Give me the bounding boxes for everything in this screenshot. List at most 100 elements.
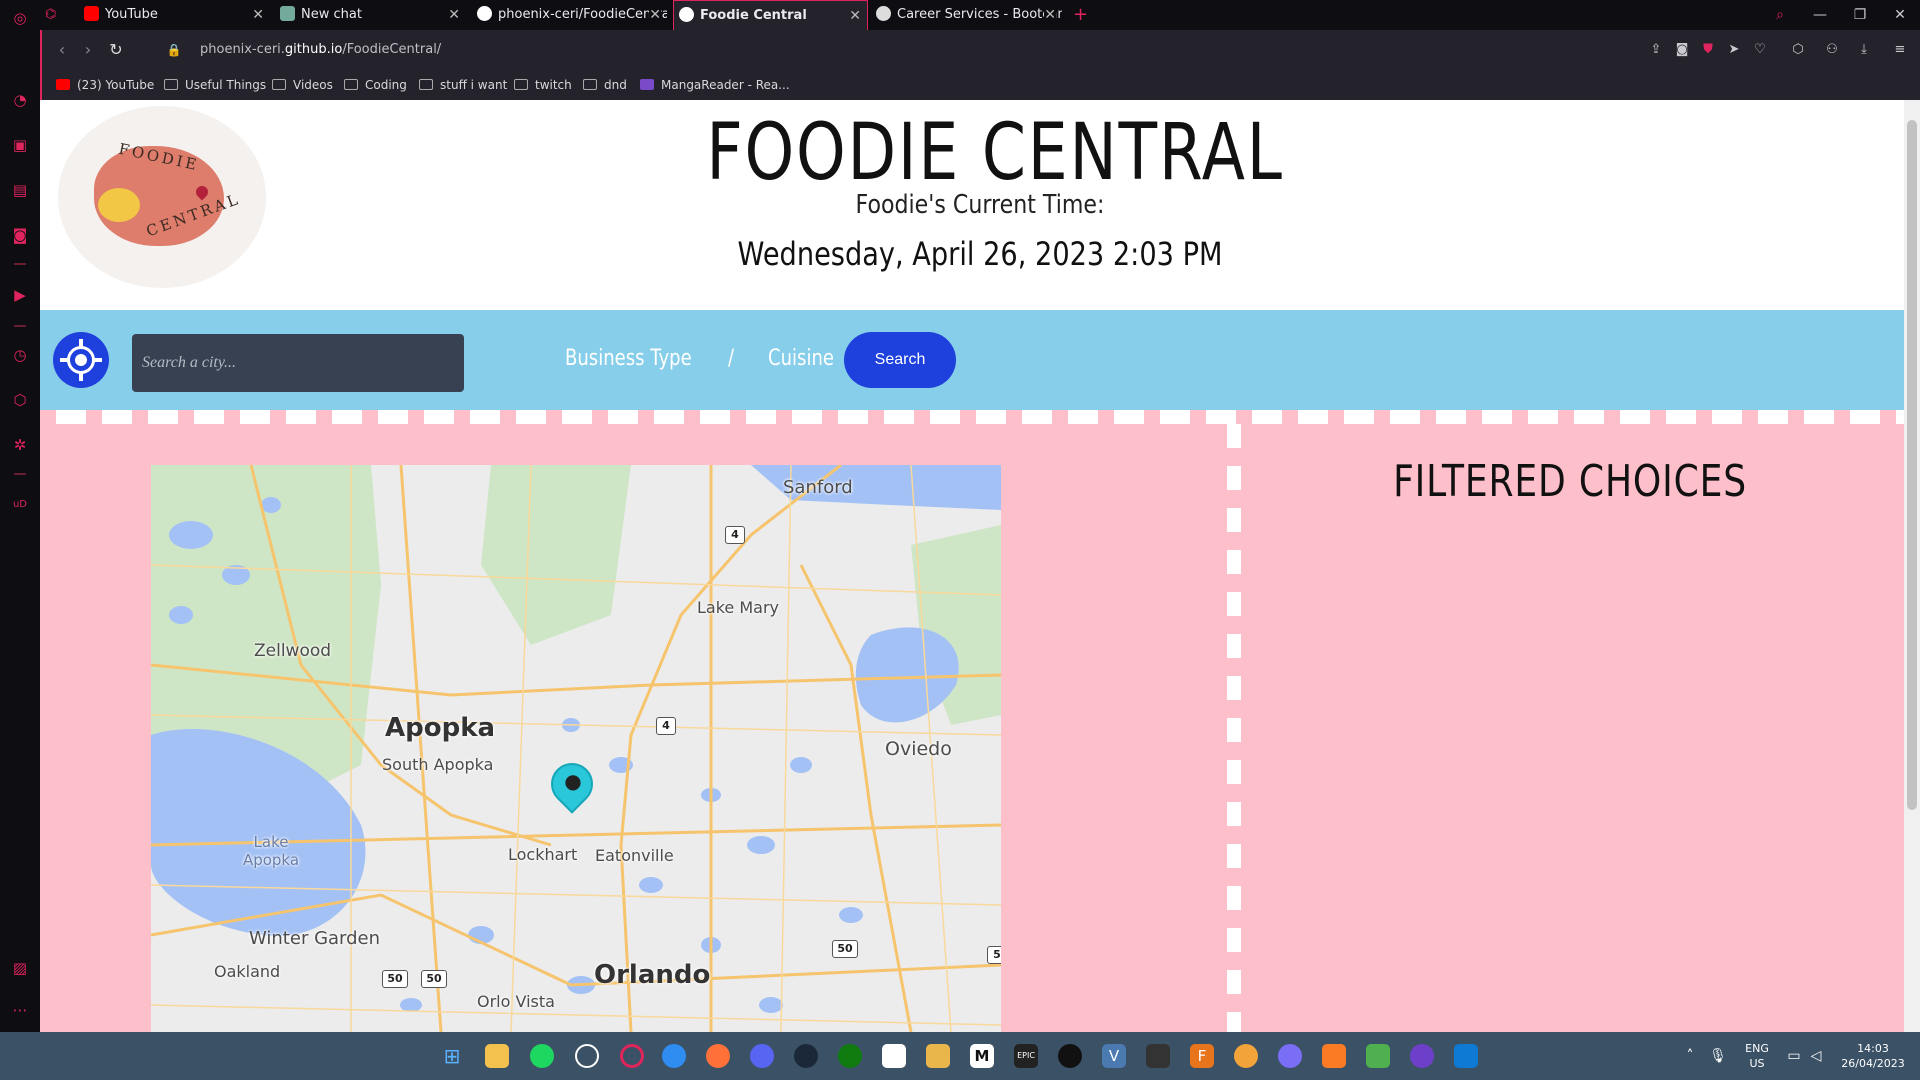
firefox-icon[interactable] — [706, 1044, 730, 1068]
reload-icon[interactable]: ↻ — [106, 40, 126, 60]
bookmark-folder-coding[interactable]: Coding — [344, 70, 407, 100]
player-icon[interactable]: ▶ — [10, 285, 30, 305]
history-icon[interactable]: ◷ — [10, 345, 30, 365]
adblock-shield-icon[interactable]: ⛊ — [1698, 40, 1718, 60]
wallpaper-icon[interactable]: ▨ — [10, 958, 30, 978]
bookmark-folder-videos[interactable]: Videos — [272, 70, 333, 100]
address-bar: ‹ › ↻ 🔒 phoenix-ceri.github.io/FoodieCen… — [40, 30, 1920, 70]
vlc-like-icon[interactable] — [1234, 1044, 1258, 1068]
map-label-apopka: Apopka — [385, 713, 496, 743]
instagram-icon[interactable]: ◙ — [10, 225, 30, 245]
ublock-icon[interactable]: uD — [10, 495, 30, 515]
search-button[interactable]: Search — [844, 332, 956, 388]
cuisine-dropdown[interactable]: Cuisine — [768, 346, 834, 371]
microphone-icon[interactable]: 🎙 — [1708, 1032, 1728, 1080]
map-label-zellwood: Zellwood — [254, 641, 332, 661]
extensions-cube-icon[interactable]: ⬡ — [1788, 40, 1808, 60]
bookmark-folder-useful-things[interactable]: Useful Things — [164, 70, 266, 100]
discord-icon[interactable] — [750, 1044, 774, 1068]
youtube-icon — [56, 79, 70, 90]
twitch-icon[interactable]: ▤ — [10, 180, 30, 200]
back-icon[interactable]: ‹ — [52, 40, 72, 60]
windows-start-icon[interactable]: ⊞ — [440, 1044, 464, 1068]
xampp-icon[interactable] — [1322, 1044, 1346, 1068]
settings-gear-icon[interactable]: ✲ — [10, 435, 30, 455]
bookmark-folder-stuff-i-want[interactable]: stuff i want — [419, 70, 507, 100]
more-icon[interactable]: ⋯ — [10, 1000, 30, 1020]
search-tabs-icon[interactable]: ⌕ — [1760, 0, 1800, 30]
opera-logo-icon[interactable]: ◎ — [10, 8, 30, 28]
send-icon[interactable]: ➤ — [1724, 40, 1744, 60]
new-tab-icon[interactable]: + — [1073, 0, 1093, 30]
smiley-sun-icon — [98, 188, 140, 222]
extensions-icon[interactable]: ⬡ — [10, 390, 30, 410]
shop-icon[interactable]: ▣ — [10, 135, 30, 155]
bookmark-mangareader[interactable]: MangaReader - Rea... — [640, 70, 790, 100]
lock-icon[interactable]: 🔒 — [164, 40, 184, 60]
profile-icon[interactable]: ⚇ — [1822, 40, 1842, 60]
restore-icon[interactable]: ❐ — [1840, 0, 1880, 30]
tab-foodie-central[interactable]: Foodie Central ✕ — [673, 0, 868, 30]
close-tab-icon[interactable]: ✕ — [649, 0, 661, 30]
sidebar-divider — [14, 263, 26, 265]
tab-new-chat[interactable]: New chat ✕ — [280, 0, 466, 30]
volume-icon[interactable]: ◁ — [1806, 1032, 1826, 1080]
close-tab-icon[interactable]: ✕ — [1044, 0, 1056, 30]
file-explorer-icon[interactable] — [485, 1044, 509, 1068]
business-type-dropdown[interactable]: Business Type — [565, 346, 692, 371]
vmware-icon[interactable]: V — [1102, 1044, 1126, 1068]
bookmark-folder-dnd[interactable]: dnd — [583, 70, 627, 100]
spotify-icon[interactable] — [530, 1044, 554, 1068]
obs-icon[interactable] — [1058, 1044, 1082, 1068]
close-window-icon[interactable]: ✕ — [1880, 0, 1920, 30]
fl-studio-icon[interactable]: F — [1190, 1044, 1214, 1068]
steelseries-icon[interactable] — [575, 1044, 599, 1068]
map-label-lake-mary: Lake Mary — [697, 598, 779, 617]
tray-chevron-icon[interactable]: ˄ — [1680, 1032, 1700, 1080]
steam-icon[interactable] — [794, 1044, 818, 1068]
speed-dial-icon[interactable]: ◔ — [10, 90, 30, 110]
tab-youtube[interactable]: YouTube ✕ — [84, 0, 270, 30]
bookmark-folder-twitch[interactable]: twitch — [514, 70, 572, 100]
language-indicator[interactable]: ENG US — [1740, 1032, 1774, 1080]
thunderbird-icon[interactable] — [662, 1044, 686, 1068]
close-tab-icon[interactable]: ✕ — [252, 0, 264, 30]
city-search-input[interactable] — [132, 334, 464, 392]
page-scrollbar[interactable] — [1904, 100, 1920, 1032]
tab-github[interactable]: phoenix-ceri/FoodieCentral ✕ — [477, 0, 667, 30]
tab-career-services[interactable]: Career Services - Bootcamp ✕ — [876, 0, 1062, 30]
map-label-eatonville: Eatonville — [595, 846, 674, 865]
url-field[interactable]: phoenix-ceri.github.io/FoodieCentral/ — [200, 41, 441, 59]
xbox-icon[interactable] — [838, 1044, 862, 1068]
snapshot-icon[interactable]: ◙ — [1672, 40, 1692, 60]
locate-me-button[interactable] — [53, 332, 109, 388]
map-view[interactable]: Sanford Lake Mary Zellwood Apopka South … — [151, 465, 1001, 1032]
forward-icon[interactable]: › — [78, 40, 98, 60]
close-tab-icon[interactable]: ✕ — [849, 1, 861, 30]
folder-icon — [272, 79, 286, 90]
vscode-icon[interactable] — [1454, 1044, 1478, 1068]
blender-like-icon[interactable] — [926, 1044, 950, 1068]
epic-games-icon[interactable]: EPIC — [1014, 1044, 1038, 1068]
bookmark-youtube[interactable]: (23) YouTube — [56, 70, 154, 100]
network-icon[interactable]: ▭ — [1784, 1032, 1804, 1080]
bookmark-heart-icon[interactable]: ♡ — [1750, 40, 1770, 60]
minimize-icon[interactable]: — — [1800, 0, 1840, 30]
app-circle-icon[interactable] — [1278, 1044, 1302, 1068]
scrollbar-thumb[interactable] — [1907, 120, 1917, 810]
gx-control-icon[interactable]: ⌬ — [45, 0, 75, 30]
m-app-icon[interactable]: M — [970, 1044, 994, 1068]
menu-icon[interactable]: ≡ — [1890, 40, 1910, 60]
unity-icon[interactable] — [1146, 1044, 1170, 1068]
opera-gx-icon[interactable] — [620, 1044, 644, 1068]
gitkraken-icon[interactable] — [1366, 1044, 1390, 1068]
folder-icon — [164, 79, 178, 90]
github-desktop-icon[interactable] — [1410, 1044, 1434, 1068]
download-icon[interactable]: ⤓ — [1854, 40, 1874, 60]
route-50-shield: 50 — [832, 940, 858, 958]
web-page: FOODIE CENTRAL FOODIE CENTRAL Foodie's C… — [40, 100, 1904, 1032]
close-tab-icon[interactable]: ✕ — [448, 0, 460, 30]
obs-like-icon[interactable] — [882, 1044, 906, 1068]
system-clock[interactable]: 14:03 26/04/2023 — [1836, 1032, 1910, 1080]
share-icon[interactable]: ⇪ — [1646, 40, 1666, 60]
